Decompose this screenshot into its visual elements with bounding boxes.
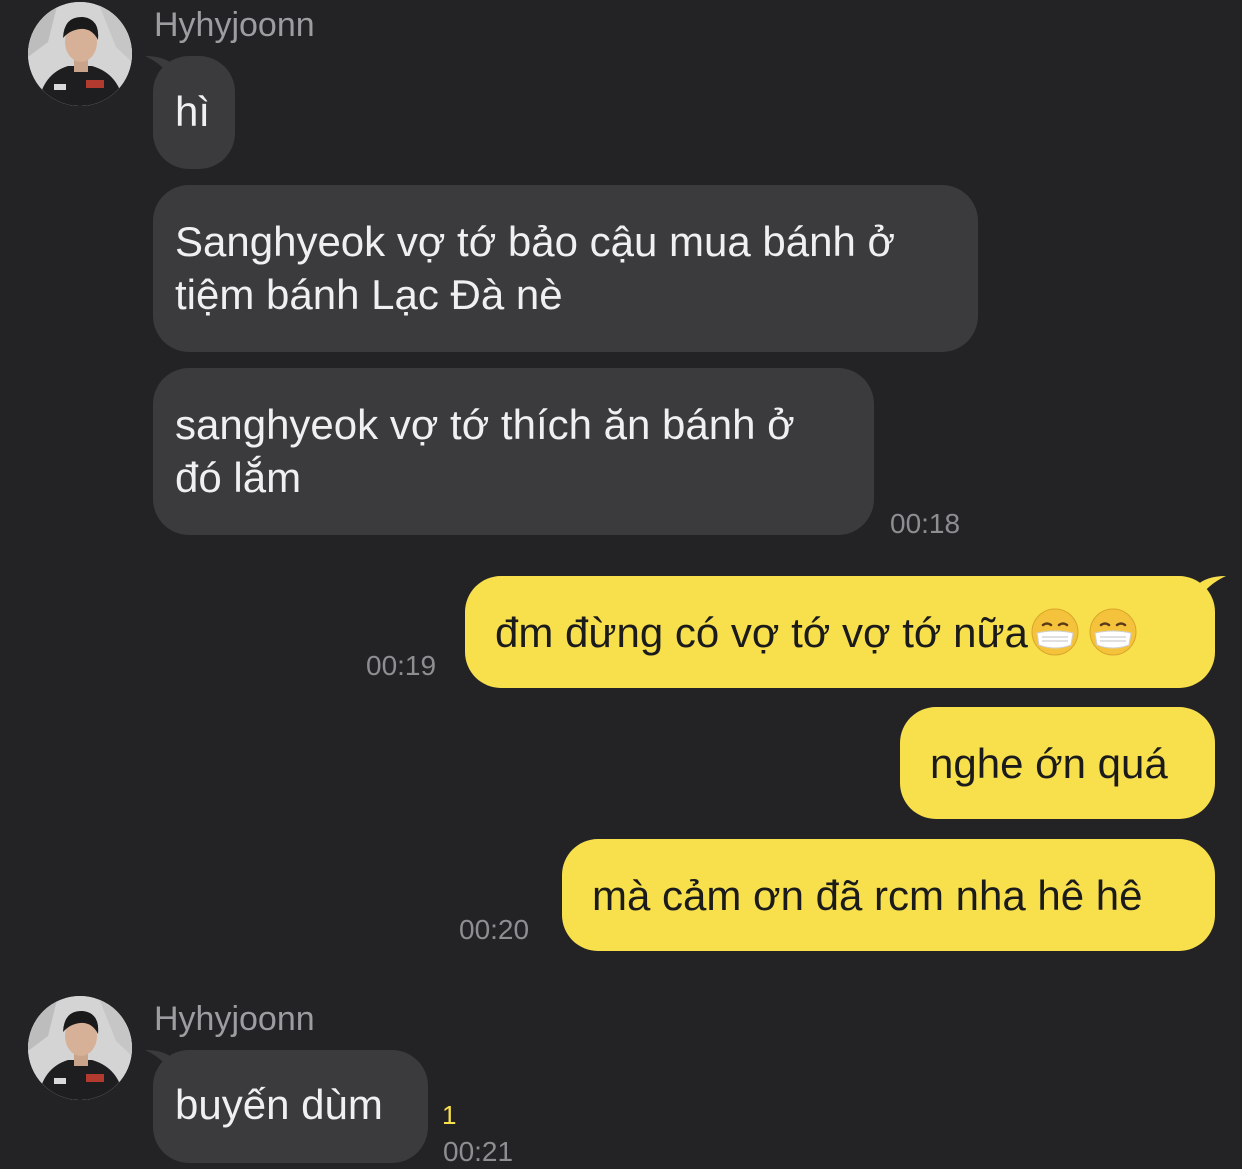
message-text: đm đừng có vợ tớ vợ tớ nữa [495,606,1185,659]
contact-avatar[interactable] [28,2,132,106]
message-timestamp: 00:20 [459,914,530,945]
sender-name: Hyhyjoonn [154,6,315,44]
message-text-line: tiệm bánh Lạc Đà nè [175,271,563,318]
message-text-line: Sanghyeok vợ tớ bảo cậu mua bánh ở [175,218,896,265]
message-timestamp: 00:18 [890,508,961,539]
message-text: nghe ớn quá [930,740,1168,787]
contact-avatar[interactable] [28,996,132,1100]
message-bubble-outgoing[interactable]: mà cảm ơn đã rcm nha hê hê [562,839,1215,951]
message-bubble-incoming[interactable]: Sanghyeok vợ tớ bảo cậu mua bánh ở tiệm … [153,185,978,352]
message-timestamp: 00:21 [443,1136,514,1167]
unread-count: 1 [442,1100,457,1130]
message-bubble-outgoing[interactable]: nghe ớn quá [900,707,1215,819]
message-text: mà cảm ơn đã rcm nha hê hê [592,872,1143,919]
face-with-medical-mask-icon [1089,608,1137,656]
message-timestamp: 00:19 [366,650,437,681]
message-text: hì [175,88,211,135]
message-text-content: đm đừng có vợ tớ vợ tớ nữa [495,609,1028,656]
message-bubble-incoming[interactable]: hì [153,56,235,169]
message-text-line: đó lắm [175,454,302,501]
message-bubble-outgoing[interactable]: đm đừng có vợ tớ vợ tớ nữa [465,576,1215,688]
message-text-line: sanghyeok vợ tớ thích ăn bánh ở [175,401,795,448]
avatar-photo-icon [28,996,132,1100]
face-with-medical-mask-icon [1031,608,1079,656]
sender-name: Hyhyjoonn [154,1000,315,1038]
message-bubble-incoming[interactable]: sanghyeok vợ tớ thích ăn bánh ở đó lắm [153,368,874,535]
chat-thread: Hyhyjoonn hì Sanghyeok vợ tớ bảo cậu mua… [0,0,1242,1169]
avatar-photo-icon [28,2,132,106]
message-bubble-incoming[interactable]: buyến dùm [153,1050,428,1163]
message-text: buyến dùm [175,1081,383,1128]
